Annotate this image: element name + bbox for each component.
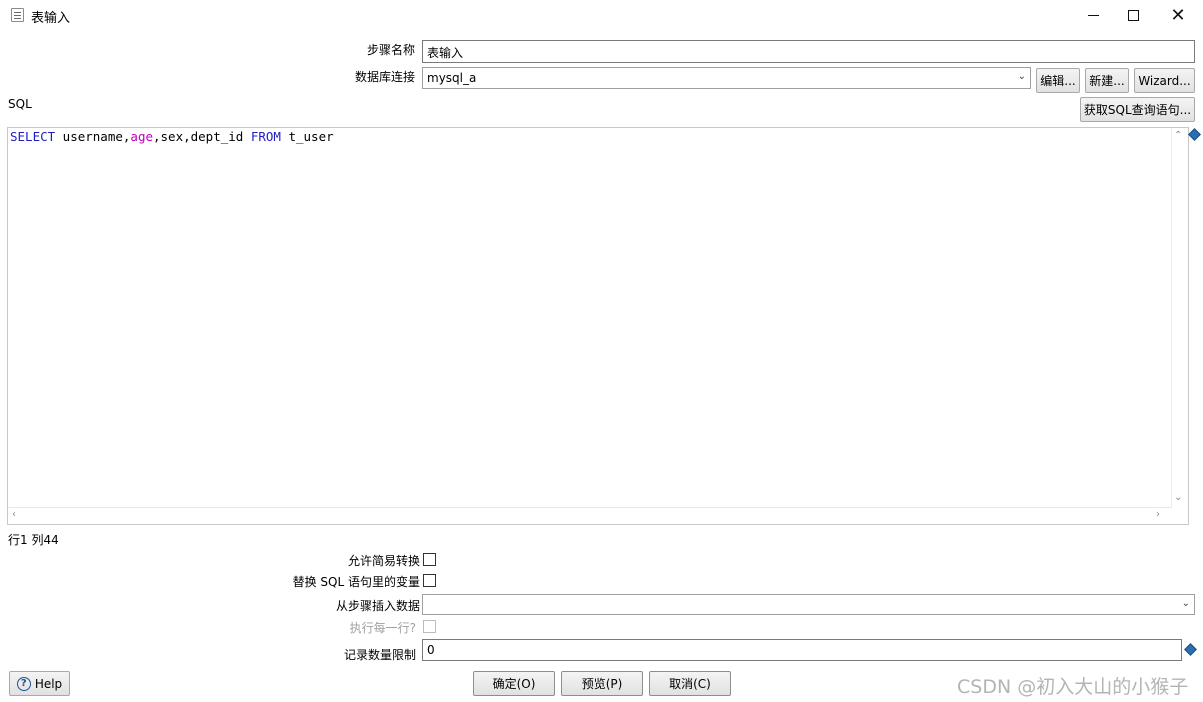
sql-editor[interactable] bbox=[7, 127, 1189, 525]
help-icon: ? bbox=[16, 676, 31, 691]
wizard-button[interactable]: Wizard... bbox=[1134, 68, 1195, 93]
window-title: 表输入 bbox=[31, 11, 71, 26]
new-connection-button[interactable]: 新建... bbox=[1085, 68, 1129, 93]
sql-text[interactable]: SELECT username,age,sex,dept_id FROM t_u… bbox=[10, 129, 334, 144]
vertical-scrollbar[interactable] bbox=[1171, 128, 1188, 508]
execute-each-row-checkbox bbox=[423, 620, 436, 633]
scroll-left-icon[interactable]: ‹ bbox=[12, 509, 16, 520]
watermark: CSDN @初入大山的小猴子 bbox=[957, 676, 1189, 698]
sql-token: username, bbox=[55, 129, 131, 144]
db-connection-value: mysql_a bbox=[427, 71, 477, 85]
help-label: Help bbox=[34, 676, 63, 691]
maximize-icon bbox=[1127, 10, 1139, 21]
ok-button[interactable]: 确定(O) bbox=[473, 671, 555, 696]
variable-diamond-icon[interactable] bbox=[1184, 643, 1197, 656]
limit-input[interactable]: 0 bbox=[422, 639, 1182, 661]
chevron-down-icon: ⌄ bbox=[1181, 598, 1190, 609]
lazy-conversion-checkbox[interactable] bbox=[423, 553, 436, 566]
lazy-conversion-label: 允许简易转换 bbox=[347, 554, 420, 568]
edit-connection-button[interactable]: 编辑... bbox=[1036, 68, 1080, 93]
cursor-position: 行1 列44 bbox=[8, 533, 59, 547]
execute-each-row-label: 执行每一行? bbox=[349, 621, 416, 635]
replace-vars-label: 替换 SQL 语句里的变量 bbox=[292, 575, 420, 589]
preview-button[interactable]: 预览(P) bbox=[561, 671, 643, 696]
close-icon: ✕ bbox=[1170, 4, 1186, 26]
sql-label: SQL bbox=[8, 97, 32, 111]
close-button[interactable]: ✕ bbox=[1155, 0, 1201, 31]
maximize-button[interactable] bbox=[1110, 0, 1156, 31]
sql-token: t_user bbox=[280, 129, 334, 144]
get-sql-button[interactable]: 获取SQL查询语句... bbox=[1080, 97, 1195, 122]
sql-token: FROM bbox=[250, 129, 281, 144]
insert-from-step-select[interactable]: ⌄ bbox=[422, 594, 1195, 615]
scroll-right-icon[interactable]: › bbox=[1156, 509, 1160, 520]
sql-token: age bbox=[130, 129, 153, 144]
minimize-icon bbox=[1087, 15, 1099, 16]
sql-token: SELECT bbox=[10, 129, 56, 144]
help-button[interactable]: ? Help bbox=[9, 671, 70, 696]
sql-token: ,sex,dept_id bbox=[153, 129, 251, 144]
variable-diamond-icon[interactable] bbox=[1188, 128, 1201, 141]
chevron-down-icon: ⌄ bbox=[1017, 71, 1026, 82]
step-name-input[interactable]: 表输入 bbox=[422, 40, 1195, 63]
scroll-up-icon[interactable]: ⌃ bbox=[1174, 130, 1182, 141]
table-input-icon bbox=[11, 8, 24, 22]
limit-label: 记录数量限制 bbox=[343, 648, 416, 662]
insert-from-step-label: 从步骤插入数据 bbox=[335, 599, 420, 613]
db-connection-label: 数据库连接 bbox=[354, 70, 415, 84]
scroll-down-icon[interactable]: ⌄ bbox=[1174, 492, 1182, 503]
db-connection-select[interactable]: mysql_a ⌄ bbox=[422, 67, 1031, 89]
cancel-button[interactable]: 取消(C) bbox=[649, 671, 731, 696]
title-bar bbox=[0, 0, 1203, 32]
replace-vars-checkbox[interactable] bbox=[423, 574, 436, 587]
horizontal-scrollbar[interactable] bbox=[8, 507, 1172, 523]
step-name-label: 步骤名称 bbox=[366, 43, 415, 57]
